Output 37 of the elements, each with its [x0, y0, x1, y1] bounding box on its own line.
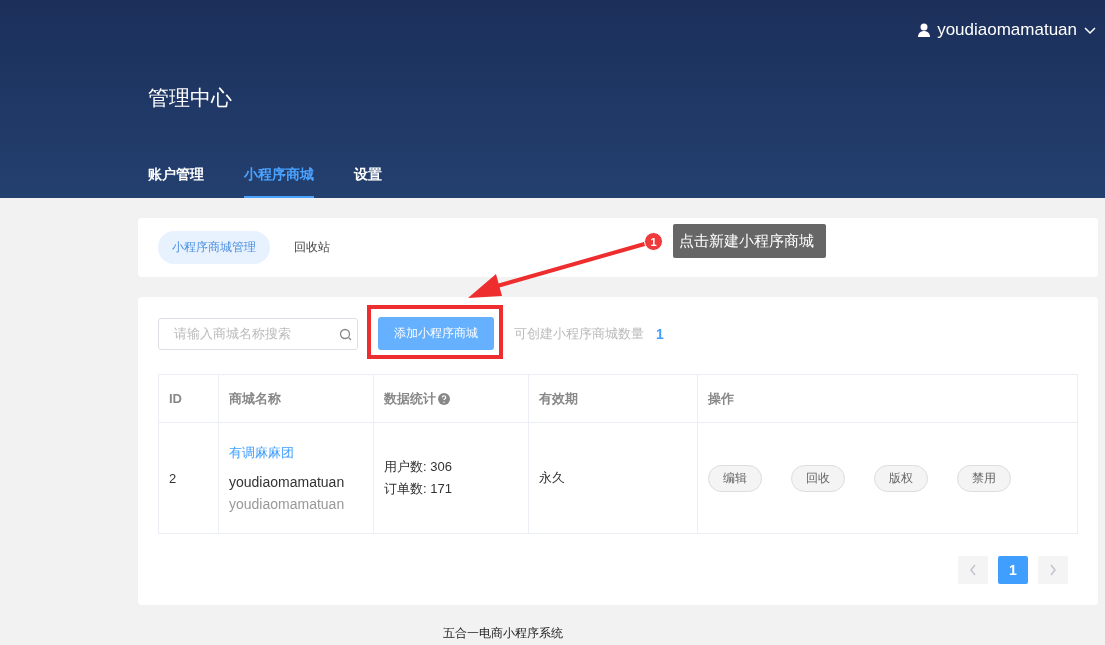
annotation-tooltip: 点击新建小程序商城 [673, 224, 826, 258]
stat-text: 用户数: 306 [384, 458, 453, 476]
column-header: 操作 [697, 374, 1078, 423]
search-icon [339, 327, 352, 341]
nav-tab[interactable]: 设置 [354, 166, 382, 198]
footer-text: 五合一电商小程序系统 [441, 625, 564, 642]
table-cell: 2 [158, 422, 219, 534]
quota-label: 可创建小程序商城数量 [514, 324, 644, 343]
help-icon [438, 392, 450, 405]
column-title: 数据统计 [384, 389, 436, 408]
table-cell: 永久 [528, 422, 698, 534]
stat-text: 订单数: 171 [384, 480, 453, 498]
username: youdiaomamatuan [937, 20, 1077, 40]
action-button[interactable]: 版权 [874, 464, 928, 492]
owner-subname: youdiaomamatuan [229, 496, 346, 512]
column-header: 有效期 [528, 374, 698, 423]
nav-tab[interactable]: 小程序商城 [244, 166, 314, 198]
prev-page-button[interactable] [958, 556, 988, 584]
action-button[interactable]: 编辑 [708, 464, 762, 492]
next-page-button[interactable] [1038, 556, 1068, 584]
user-icon [917, 23, 932, 37]
nav-tab[interactable]: 账户管理 [148, 166, 204, 198]
chevron-down-icon [1083, 25, 1097, 35]
action-button[interactable]: 禁用 [957, 464, 1011, 492]
action-button[interactable]: 回收 [791, 464, 845, 492]
chevron-left-icon [969, 564, 977, 576]
column-header: 商城名称 [218, 374, 374, 423]
user-menu[interactable]: youdiaomamatuan [917, 20, 1097, 40]
search-field[interactable]: 请输入商城名称搜索 [158, 317, 358, 350]
sub-tab[interactable]: 小程序商城管理 [158, 231, 270, 264]
page-title: 管理中心 [148, 85, 233, 111]
column-header: ID [158, 374, 219, 423]
quota-value: 1 [656, 325, 664, 342]
owner-name: youdiaomamatuan [229, 474, 346, 490]
sub-tab[interactable]: 回收站 [280, 231, 344, 264]
shop-name-link[interactable]: 有调麻麻团 [229, 444, 372, 462]
chevron-right-icon [1049, 564, 1057, 576]
